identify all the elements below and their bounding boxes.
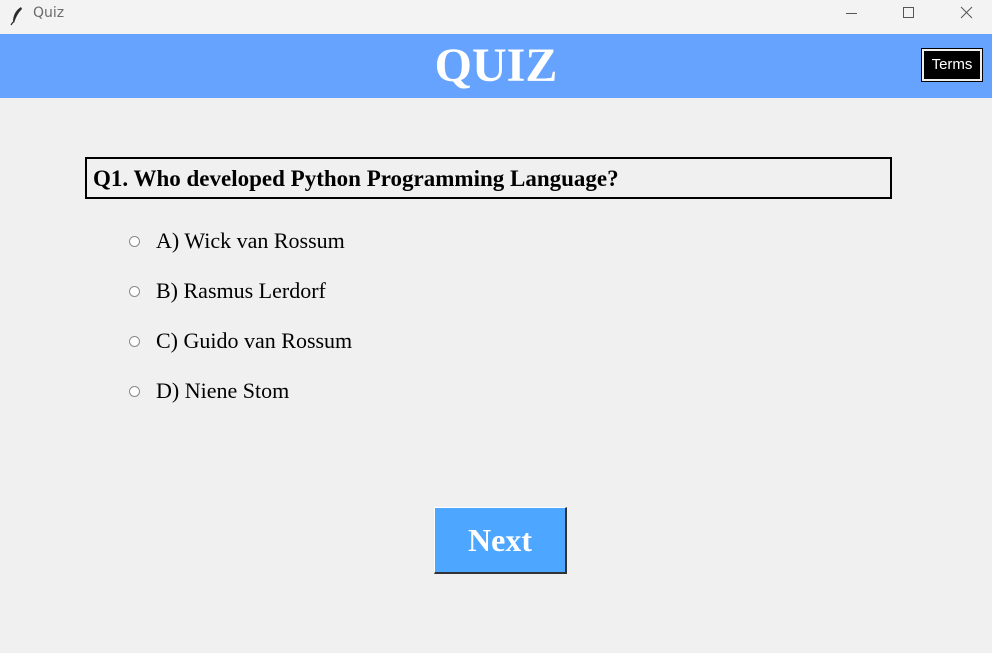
quiz-window: Quiz QUIZ Terms Q1. Who developed Python… <box>0 0 992 653</box>
option-d[interactable]: D) Niene Stom <box>126 376 289 406</box>
page-title: QUIZ <box>434 39 558 92</box>
option-a[interactable]: A) Wick van Rossum <box>126 226 345 256</box>
next-button[interactable]: Next <box>434 507 567 574</box>
option-label: D) Niene Stom <box>156 378 290 403</box>
radio-button[interactable] <box>129 285 140 297</box>
option-label: B) Rasmus Lerdorf <box>156 278 326 303</box>
option-label: C) Guido van Rossum <box>156 328 353 353</box>
radio-button[interactable] <box>129 385 140 397</box>
option-b[interactable]: B) Rasmus Lerdorf <box>126 276 326 306</box>
maximize-icon <box>903 7 914 18</box>
title-bar[interactable]: Quiz <box>0 0 992 34</box>
minimize-icon <box>846 13 857 14</box>
minimize-button[interactable] <box>822 0 880 28</box>
close-button[interactable] <box>938 0 992 28</box>
terms-button[interactable]: Terms <box>921 48 983 82</box>
close-icon <box>960 6 973 19</box>
radio-button[interactable] <box>129 335 140 347</box>
question-label: Q1. Who developed Python Programming Lan… <box>85 157 892 199</box>
feather-icon <box>10 6 24 26</box>
radio-button[interactable] <box>129 235 140 247</box>
window-title: Quiz <box>33 5 65 21</box>
maximize-button[interactable] <box>880 0 938 28</box>
option-label: A) Wick van Rossum <box>156 228 345 253</box>
option-c[interactable]: C) Guido van Rossum <box>126 326 352 356</box>
header-banner: QUIZ <box>0 34 992 98</box>
